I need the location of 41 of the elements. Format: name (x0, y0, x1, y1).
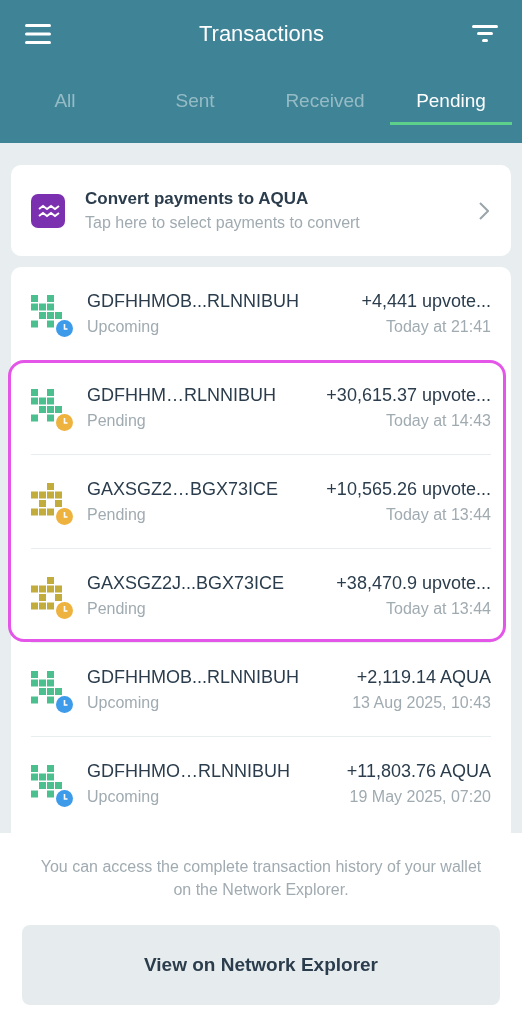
wallet-address: GDFHHM…RLNNIBUH (87, 385, 276, 406)
screen-title: Transactions (198, 21, 325, 47)
amount: +4,441 upvote... (361, 291, 491, 312)
amount: +10,565.26 upvote... (326, 479, 491, 500)
status-label: Pending (87, 412, 146, 430)
wave-icon (31, 193, 65, 228)
banner-title: Convert payments to AQUA (85, 189, 310, 209)
banner-subtitle: Tap here to select payments to convert (85, 214, 361, 232)
filter-icon[interactable] (472, 25, 498, 43)
menu-icon[interactable] (25, 23, 51, 45)
amount: +30,615.37 upvote... (326, 385, 491, 406)
timestamp: 13 Aug 2025, 10:43 (352, 694, 491, 712)
clock-icon (56, 601, 73, 619)
chevron-right-icon (479, 201, 489, 220)
timestamp: Today at 13:44 (386, 506, 491, 524)
timestamp: Today at 14:43 (386, 412, 491, 430)
wallet-address: GDFHHMOB...RLNNIBUH (87, 291, 299, 312)
amount: +2,119.14 AQUA (356, 667, 491, 688)
network-explorer-button[interactable]: View on Network Explorer (22, 925, 500, 1005)
wallet-address: GDFHHMO…RLNNIBUH (87, 761, 290, 782)
wallet-address: GDFHHMOB...RLNNIBUH (87, 667, 299, 688)
clock-icon (56, 507, 73, 525)
explorer-note: You can access the complete transaction history of your wallet on the Network Explorer. (39, 857, 483, 900)
timestamp: Today at 13:44 (386, 600, 491, 618)
amount: +11,803.76 AQUA (346, 761, 491, 782)
status-label: Upcoming (87, 694, 160, 712)
amount: +38,470.9 upvote... (336, 573, 491, 594)
clock-icon (56, 319, 73, 337)
clock-icon (56, 413, 73, 431)
tab[interactable]: Pending (390, 90, 512, 125)
status-label: Upcoming (87, 788, 160, 806)
status-label: Upcoming (87, 318, 160, 336)
clock-icon (56, 695, 73, 713)
status-label: Pending (87, 600, 146, 618)
wallet-address: GAXSGZ2J...BGX73ICE (87, 573, 285, 594)
convert-banner[interactable]: Convert payments to AQUA Tap here to select payments to convert (11, 165, 511, 256)
wallet-address: GAXSGZ2…BGX73ICE (87, 479, 279, 500)
timestamp: Today at 21:41 (386, 318, 491, 336)
timestamp: 19 May 2025, 07:20 (349, 788, 491, 806)
status-label: Pending (87, 506, 146, 524)
clock-icon (56, 789, 73, 807)
